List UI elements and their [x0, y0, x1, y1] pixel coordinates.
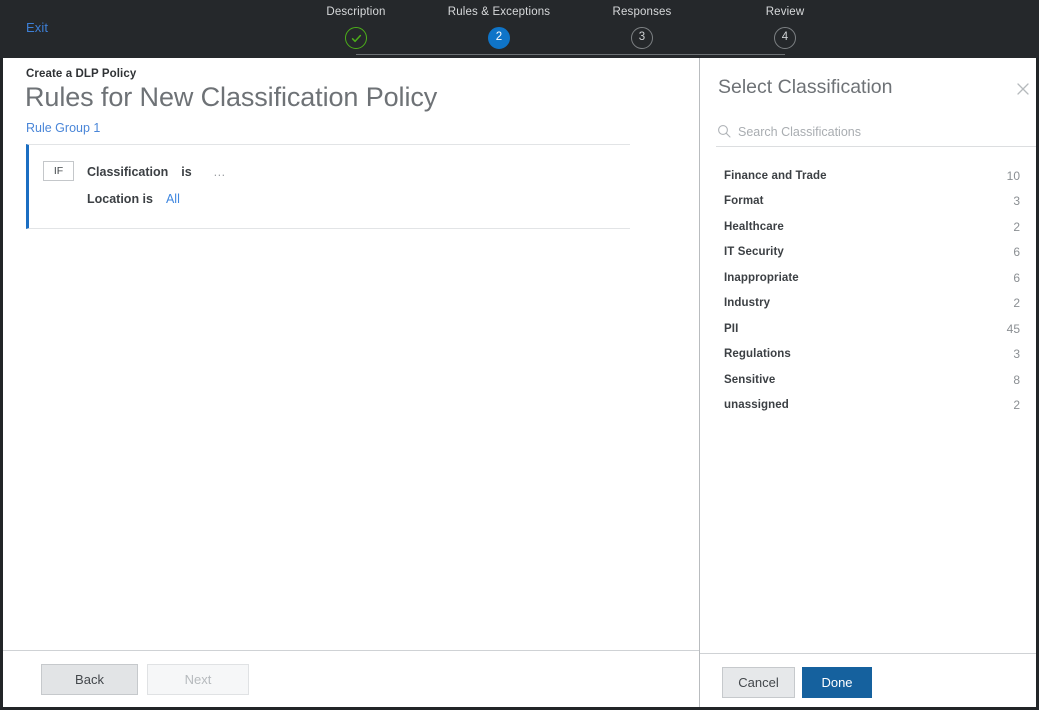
- classification-name: unassigned: [724, 399, 789, 412]
- classification-count: 2: [1013, 398, 1020, 413]
- done-button[interactable]: Done: [802, 667, 872, 698]
- classification-count: 10: [1006, 168, 1020, 183]
- back-button[interactable]: Back: [41, 664, 138, 695]
- classification-name: Sensitive: [724, 373, 776, 386]
- search-input[interactable]: [738, 121, 1036, 143]
- classification-count: 3: [1013, 194, 1020, 209]
- content-shell: Create a DLP Policy Rules for New Classi…: [3, 58, 1036, 707]
- step-marker-4: 4: [774, 27, 796, 49]
- main-footer: Back Next: [3, 650, 699, 707]
- list-item[interactable]: IT Security 6: [700, 240, 1036, 266]
- list-item[interactable]: Inappropriate 6: [700, 265, 1036, 291]
- list-item[interactable]: Healthcare 2: [700, 214, 1036, 240]
- list-item[interactable]: Finance and Trade 10: [700, 163, 1036, 189]
- list-item[interactable]: Industry 2: [700, 291, 1036, 317]
- step-label: Rules & Exceptions: [447, 6, 551, 18]
- classification-name: PII: [724, 322, 739, 335]
- exit-link[interactable]: Exit: [26, 20, 48, 35]
- stepper-connector-2: [499, 54, 642, 55]
- list-item[interactable]: Format 3: [700, 189, 1036, 215]
- classification-name: IT Security: [724, 246, 784, 259]
- rule-card: IF Classification is … Location is All: [26, 144, 630, 229]
- classification-name: Inappropriate: [724, 271, 799, 284]
- classification-name: Format: [724, 195, 764, 208]
- classification-count: 6: [1013, 245, 1020, 260]
- step-label: Description: [326, 6, 386, 18]
- if-condition-chip[interactable]: IF: [43, 161, 74, 181]
- application-window: Exit Description Rules & Exceptions 2 Re…: [0, 0, 1039, 710]
- condition-subject[interactable]: Classification: [87, 165, 168, 179]
- list-item[interactable]: Sensitive 8: [700, 367, 1036, 393]
- breadcrumb: Create a DLP Policy: [26, 68, 137, 80]
- classification-name: Industry: [724, 297, 771, 310]
- classification-count: 6: [1013, 270, 1020, 285]
- main-pane: Create a DLP Policy Rules for New Classi…: [3, 58, 699, 707]
- classification-name: Finance and Trade: [724, 169, 827, 182]
- step-label: Review: [765, 6, 805, 18]
- close-icon[interactable]: [1013, 79, 1033, 99]
- wizard-topbar: Exit Description Rules & Exceptions 2 Re…: [0, 0, 1039, 58]
- condition-value-placeholder[interactable]: …: [213, 165, 227, 179]
- classification-count: 8: [1013, 372, 1020, 387]
- cancel-button[interactable]: Cancel: [722, 667, 795, 698]
- select-classification-drawer: Select Classification Finance and Trade: [699, 58, 1036, 707]
- wizard-step-review[interactable]: Review 4: [715, 6, 855, 49]
- step-marker-complete-icon: [345, 27, 367, 49]
- wizard-step-description[interactable]: Description: [286, 6, 426, 49]
- rule-location-row: Location is All: [87, 192, 180, 206]
- condition-operator[interactable]: is: [181, 165, 191, 179]
- step-marker-3: 3: [631, 27, 653, 49]
- page-title: Rules for New Classification Policy: [25, 82, 438, 112]
- drawer-footer: Cancel Done: [700, 653, 1036, 707]
- list-item[interactable]: PII 45: [700, 316, 1036, 342]
- stepper-connector-1: [356, 54, 499, 55]
- step-marker-2: 2: [488, 27, 510, 49]
- rule-condition-row: Classification is …: [87, 165, 227, 179]
- search-icon: [717, 124, 731, 138]
- classification-name: Healthcare: [724, 220, 784, 233]
- classification-count: 2: [1013, 219, 1020, 234]
- wizard-step-responses[interactable]: Responses 3: [572, 6, 712, 49]
- classification-list[interactable]: Finance and Trade 10 Format 3 Healthcare…: [700, 163, 1036, 650]
- list-item[interactable]: unassigned 2: [700, 393, 1036, 419]
- drawer-title: Select Classification: [718, 76, 893, 98]
- classification-count: 45: [1006, 321, 1020, 336]
- rule-group-link[interactable]: Rule Group 1: [26, 121, 100, 135]
- search-classifications-field[interactable]: [716, 121, 1036, 147]
- step-label: Responses: [612, 6, 672, 18]
- classification-name: Regulations: [724, 348, 791, 361]
- stepper-connector-3: [642, 54, 785, 55]
- location-label: Location is: [87, 192, 153, 206]
- next-button: Next: [147, 664, 249, 695]
- wizard-step-rules-exceptions[interactable]: Rules & Exceptions 2: [429, 6, 569, 49]
- location-value-link[interactable]: All: [166, 192, 180, 206]
- classification-count: 2: [1013, 296, 1020, 311]
- list-item[interactable]: Regulations 3: [700, 342, 1036, 368]
- wizard-stepper: Description Rules & Exceptions 2 Respons…: [286, 6, 806, 55]
- classification-count: 3: [1013, 347, 1020, 362]
